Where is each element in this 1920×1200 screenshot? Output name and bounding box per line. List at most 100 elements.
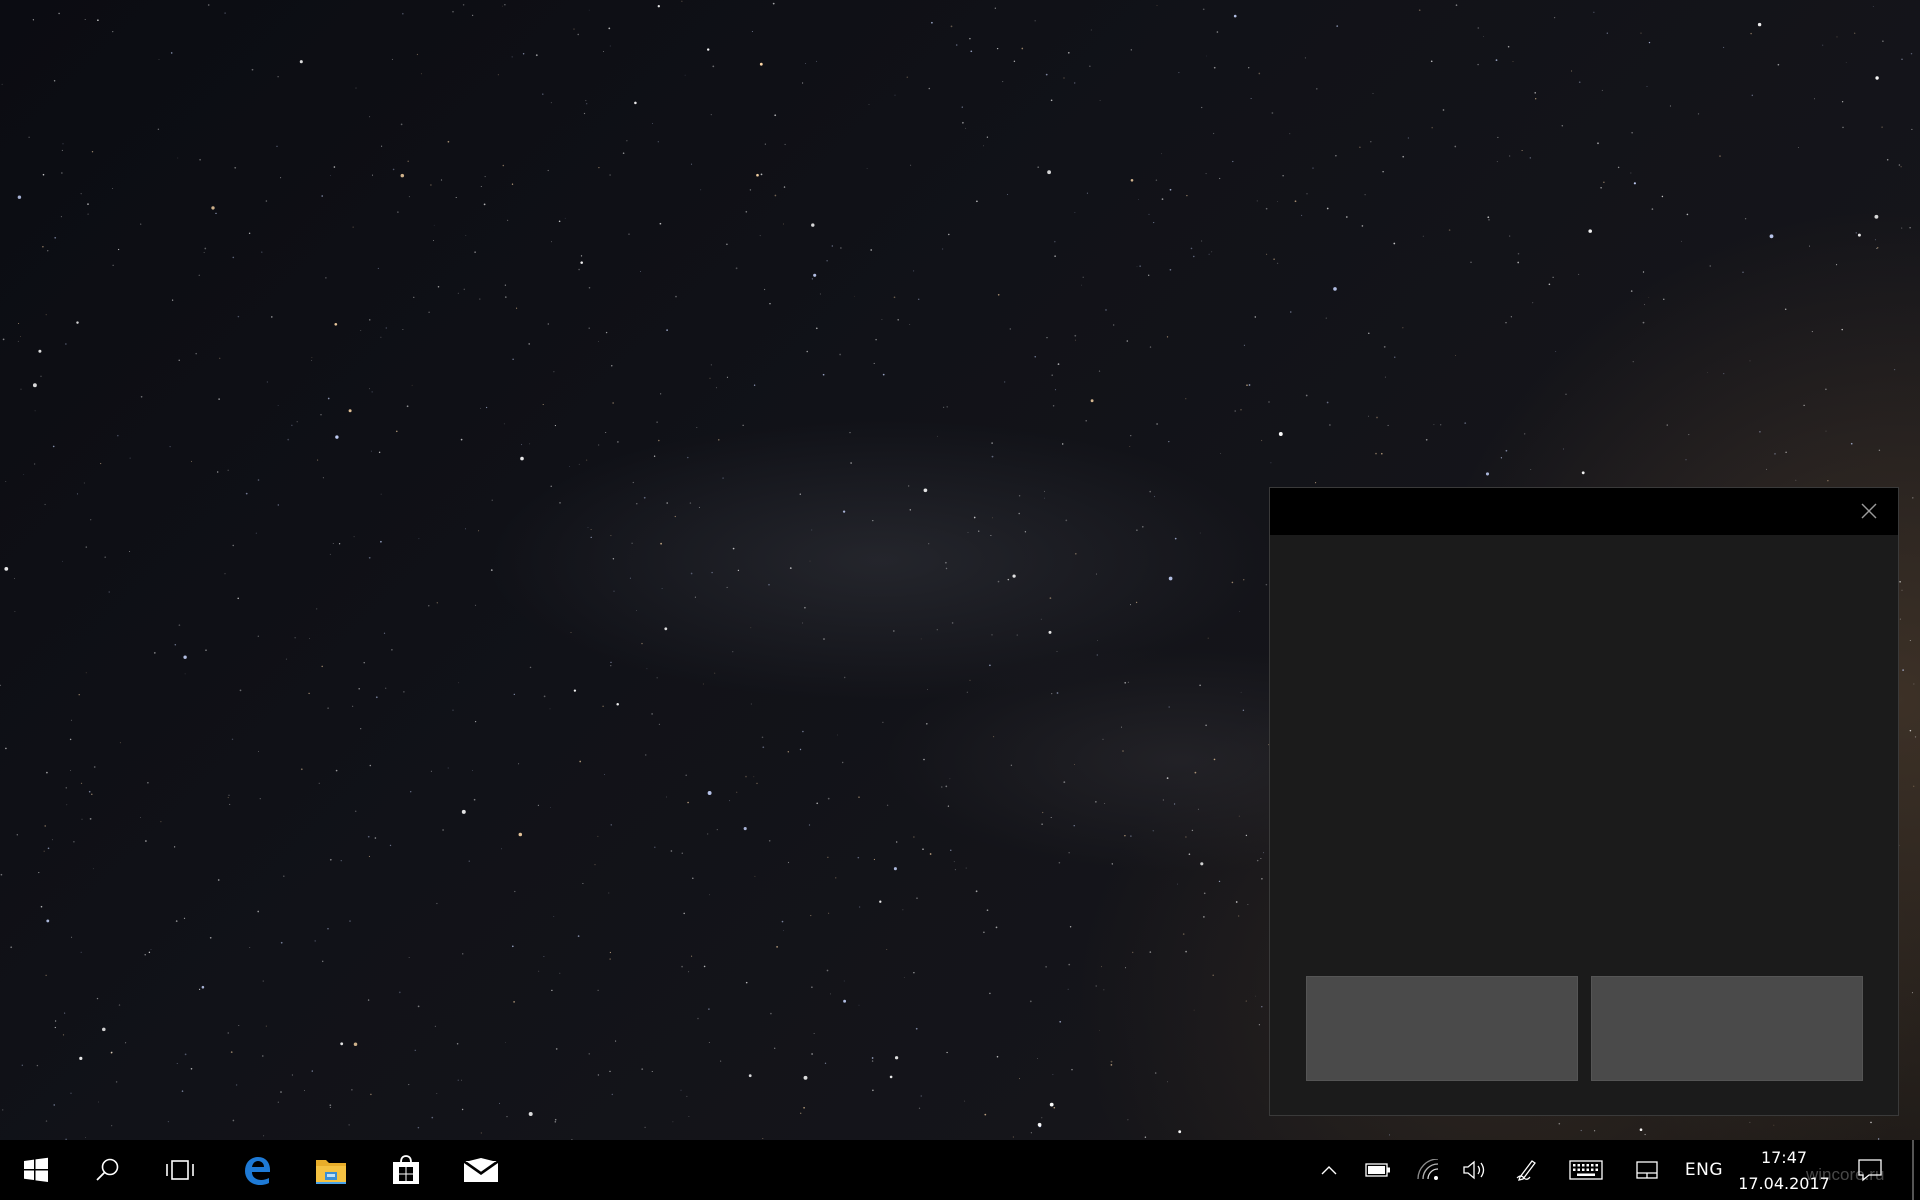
star [1836,264,1838,266]
star [54,236,57,239]
star [368,556,371,559]
star [140,817,142,818]
star [1431,126,1433,129]
star [811,1053,813,1055]
star [190,1068,193,1070]
taskbar-app-file-explorer[interactable] [295,1140,367,1200]
star [474,251,476,253]
star [803,1106,805,1109]
input-language-button[interactable]: ENG [1680,1140,1728,1200]
star [656,421,658,423]
dialog-right-button[interactable] [1591,976,1863,1081]
star [1046,337,1048,339]
search-button[interactable] [72,1140,144,1200]
star [375,696,378,699]
star [1061,443,1064,445]
star [1857,233,1861,237]
star [1074,212,1076,214]
star [1425,438,1428,441]
star [1448,229,1451,231]
star [1152,830,1155,832]
star [1325,317,1327,319]
star [1901,227,1903,229]
star [804,606,806,609]
show-hidden-icons-button[interactable] [1316,1140,1342,1200]
star [736,791,738,793]
star [949,778,951,780]
star [1301,214,1303,216]
star [1372,93,1374,94]
star [329,858,332,861]
star [1742,271,1744,273]
star [1487,216,1490,219]
watermark: wincore.ru [1806,1165,1885,1184]
star [291,1074,293,1076]
taskbar-app-mail[interactable] [445,1140,517,1200]
start-button[interactable] [0,1140,72,1200]
volume-button[interactable] [1458,1140,1492,1200]
taskbar-app-edge[interactable] [221,1140,293,1200]
star [204,247,207,250]
star [843,980,845,982]
star [681,965,683,968]
star [1750,32,1752,35]
star [175,920,178,922]
taskbar-app-store[interactable] [370,1140,442,1200]
star [369,116,371,118]
star [407,160,410,163]
star [843,676,846,679]
star [1040,618,1042,620]
star [762,746,765,749]
touchpad-button[interactable] [1632,1140,1662,1200]
star [1646,86,1648,87]
dialog-left-button[interactable] [1306,976,1578,1081]
star [615,1040,617,1042]
windows-ink-button[interactable] [1512,1140,1542,1200]
star [1052,404,1055,407]
star [1153,495,1156,498]
star [826,260,828,262]
dialog-titlebar[interactable] [1270,488,1898,535]
star [400,173,405,178]
touch-keyboard-button[interactable] [1566,1140,1606,1200]
star [318,782,320,784]
star [577,33,579,36]
star [942,248,944,250]
star [666,796,667,798]
star [308,692,310,695]
battery-button[interactable] [1362,1140,1394,1200]
task-view-button[interactable] [144,1140,216,1200]
star [416,53,418,56]
network-button[interactable] [1410,1140,1446,1200]
star [1063,781,1066,783]
star [1875,76,1879,80]
star [1370,140,1372,143]
star [1095,573,1098,575]
star [1505,449,1508,452]
star [329,1104,332,1107]
star [1059,1020,1062,1023]
star [1565,393,1567,396]
close-button[interactable] [1858,500,1880,522]
star [1149,490,1151,493]
star [774,114,777,117]
star [311,360,313,362]
star [1071,1068,1073,1071]
star [1129,446,1131,447]
star [799,748,802,751]
star [858,906,861,908]
star [62,1034,65,1036]
star [770,1012,772,1015]
star [1065,519,1068,522]
star [936,435,938,437]
star [542,403,544,406]
star [383,632,386,634]
show-desktop-button[interactable] [1912,1140,1914,1200]
star [691,955,693,957]
star [299,60,303,64]
star [602,705,604,708]
star [167,1120,170,1123]
star [257,479,260,481]
star [644,1126,646,1129]
star [104,556,107,559]
